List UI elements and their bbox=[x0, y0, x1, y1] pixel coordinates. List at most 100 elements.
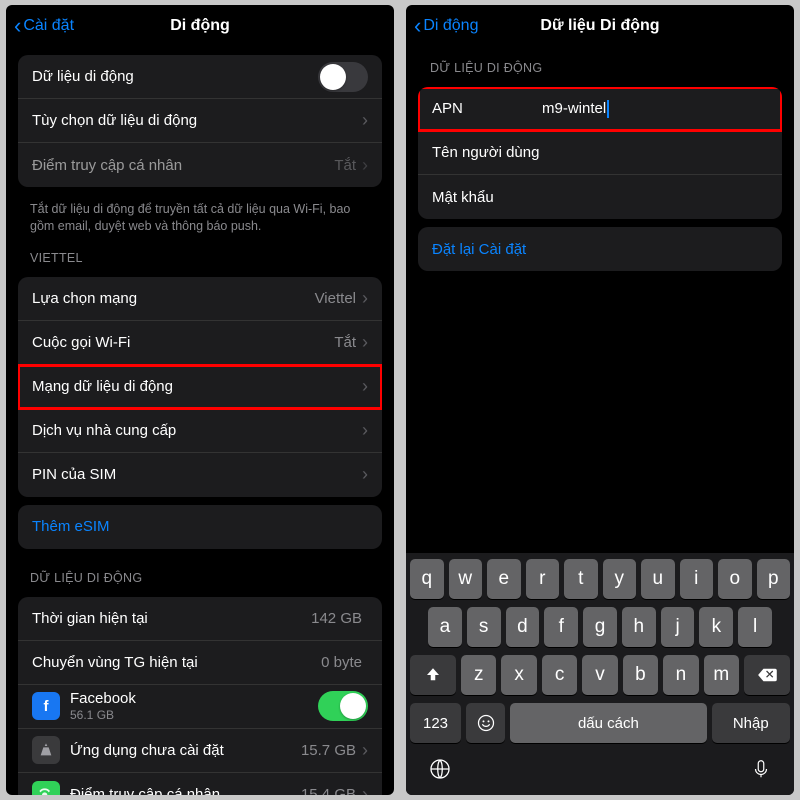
section-esim: Thêm eSIM bbox=[18, 505, 382, 549]
row-app-uninstalled[interactable]: Ứng dụng chưa cài đặt 15.7 GB › bbox=[18, 729, 382, 773]
row-personal-hotspot[interactable]: Điểm truy cập cá nhân Tắt › bbox=[18, 143, 382, 187]
current-period-value: 142 GB bbox=[311, 610, 362, 627]
nav-bar: ‹ Di động Dữ liệu Di động bbox=[406, 5, 794, 47]
row-username[interactable]: Tên người dùng bbox=[418, 131, 782, 175]
row-mobile-data[interactable]: Dữ liệu di động bbox=[18, 55, 382, 99]
row-roaming[interactable]: Chuyển vùng TG hiện tại 0 byte bbox=[18, 641, 382, 685]
row-wifi-calling[interactable]: Cuộc gọi Wi-Fi Tắt › bbox=[18, 321, 382, 365]
keyboard-row-2: a s d f g h j k l bbox=[410, 607, 790, 647]
mic-icon[interactable] bbox=[750, 757, 772, 781]
key-o[interactable]: o bbox=[718, 559, 752, 599]
key-e[interactable]: e bbox=[487, 559, 521, 599]
key-z[interactable]: z bbox=[461, 655, 496, 695]
row-app-facebook[interactable]: f Facebook 56.1 GB bbox=[18, 685, 382, 729]
section-usage: Thời gian hiện tại 142 GB Chuyển vùng TG… bbox=[18, 597, 382, 795]
key-l[interactable]: l bbox=[738, 607, 772, 647]
row-apn[interactable]: APN m9-wintel bbox=[418, 87, 782, 131]
roaming-label: Chuyển vùng TG hiện tại bbox=[32, 654, 321, 671]
shift-icon bbox=[424, 666, 442, 684]
row-reset-settings[interactable]: Đặt lại Cài đặt bbox=[418, 227, 782, 271]
globe-icon[interactable] bbox=[428, 757, 452, 781]
app-name: Điểm truy cập cá nhân bbox=[70, 786, 301, 795]
app-name: Facebook bbox=[70, 690, 318, 707]
key-p[interactable]: p bbox=[757, 559, 791, 599]
text-cursor bbox=[607, 100, 609, 118]
key-c[interactable]: c bbox=[542, 655, 577, 695]
key-n[interactable]: n bbox=[663, 655, 698, 695]
reset-label: Đặt lại Cài đặt bbox=[432, 241, 768, 258]
row-add-esim[interactable]: Thêm eSIM bbox=[18, 505, 382, 549]
row-password[interactable]: Mật khẩu bbox=[418, 175, 782, 219]
keyboard-row-4: 123 dấu cách Nhập bbox=[410, 703, 790, 743]
key-g[interactable]: g bbox=[583, 607, 617, 647]
key-return[interactable]: Nhập bbox=[712, 703, 791, 743]
chevron-right-icon: › bbox=[362, 420, 368, 441]
keyboard-row-1: q w e r t y u i o p bbox=[410, 559, 790, 599]
wifi-calling-value: Tắt bbox=[334, 334, 356, 351]
back-button[interactable]: ‹ Di động bbox=[414, 15, 478, 37]
key-x[interactable]: x bbox=[501, 655, 536, 695]
key-a[interactable]: a bbox=[428, 607, 462, 647]
key-v[interactable]: v bbox=[582, 655, 617, 695]
chevron-left-icon: ‹ bbox=[14, 15, 21, 37]
row-carrier-services[interactable]: Dịch vụ nhà cung cấp › bbox=[18, 409, 382, 453]
key-shift[interactable] bbox=[410, 655, 456, 695]
key-q[interactable]: q bbox=[410, 559, 444, 599]
key-j[interactable]: j bbox=[661, 607, 695, 647]
key-b[interactable]: b bbox=[623, 655, 658, 695]
mobile-data-network-label: Mạng dữ liệu di động bbox=[32, 378, 362, 395]
options-label: Tùy chọn dữ liệu di động bbox=[32, 112, 362, 129]
appstore-icon bbox=[32, 736, 60, 764]
password-label: Mật khẩu bbox=[432, 189, 768, 206]
app-toggle[interactable] bbox=[318, 691, 368, 721]
keyboard[interactable]: q w e r t y u i o p a s d f g h j k l z bbox=[406, 553, 794, 795]
phone-right: ‹ Di động Dữ liệu Di động DỮ LIỆU DI ĐỘN… bbox=[406, 5, 794, 795]
key-y[interactable]: y bbox=[603, 559, 637, 599]
apn-value[interactable]: m9-wintel bbox=[542, 100, 606, 117]
row-network-selection[interactable]: Lựa chọn mạng Viettel › bbox=[18, 277, 382, 321]
key-backspace[interactable] bbox=[744, 655, 790, 695]
sim-pin-label: PIN của SIM bbox=[32, 466, 362, 483]
row-current-period[interactable]: Thời gian hiện tại 142 GB bbox=[18, 597, 382, 641]
keyboard-row-3: z x c v b n m bbox=[410, 655, 790, 695]
key-d[interactable]: d bbox=[506, 607, 540, 647]
key-h[interactable]: h bbox=[622, 607, 656, 647]
hotspot-label: Điểm truy cập cá nhân bbox=[32, 157, 334, 174]
row-mobile-data-network[interactable]: Mạng dữ liệu di động › bbox=[18, 365, 382, 409]
key-r[interactable]: r bbox=[526, 559, 560, 599]
section-header-mobile-data: DỮ LIỆU DI ĐỘNG bbox=[406, 47, 794, 79]
key-m[interactable]: m bbox=[704, 655, 739, 695]
roaming-value: 0 byte bbox=[321, 654, 362, 671]
section-header-carrier: VIETTEL bbox=[6, 237, 394, 269]
key-emoji[interactable] bbox=[466, 703, 505, 743]
row-sim-pin[interactable]: PIN của SIM › bbox=[18, 453, 382, 497]
content-scroll[interactable]: Dữ liệu di động Tùy chọn dữ liệu di động… bbox=[6, 47, 394, 795]
carrier-services-label: Dịch vụ nhà cung cấp bbox=[32, 422, 362, 439]
back-label: Cài đặt bbox=[23, 17, 74, 35]
key-w[interactable]: w bbox=[449, 559, 483, 599]
key-u[interactable]: u bbox=[641, 559, 675, 599]
key-s[interactable]: s bbox=[467, 607, 501, 647]
key-f[interactable]: f bbox=[544, 607, 578, 647]
row-mobile-data-options[interactable]: Tùy chọn dữ liệu di động › bbox=[18, 99, 382, 143]
key-i[interactable]: i bbox=[680, 559, 714, 599]
key-space[interactable]: dấu cách bbox=[510, 703, 706, 743]
section-reset: Đặt lại Cài đặt bbox=[418, 227, 782, 271]
mobile-data-toggle[interactable] bbox=[318, 62, 368, 92]
content-scroll[interactable]: DỮ LIỆU DI ĐỘNG APN m9-wintel Tên người … bbox=[406, 47, 794, 553]
key-t[interactable]: t bbox=[564, 559, 598, 599]
section-header-usage: DỮ LIỆU DI ĐỘNG bbox=[6, 557, 394, 589]
hotspot-value: Tắt bbox=[334, 157, 356, 174]
chevron-right-icon: › bbox=[362, 332, 368, 353]
network-selection-value: Viettel bbox=[315, 290, 356, 307]
back-button[interactable]: ‹ Cài đặt bbox=[14, 15, 74, 37]
key-k[interactable]: k bbox=[699, 607, 733, 647]
chevron-right-icon: › bbox=[362, 155, 368, 176]
emoji-icon bbox=[476, 713, 496, 733]
key-numbers[interactable]: 123 bbox=[410, 703, 461, 743]
facebook-icon: f bbox=[32, 692, 60, 720]
chevron-right-icon: › bbox=[362, 784, 368, 795]
apn-label: APN bbox=[432, 100, 542, 117]
section-apn: APN m9-wintel Tên người dùng Mật khẩu bbox=[418, 87, 782, 219]
row-app-hotspot[interactable]: Điểm truy cập cá nhân 15.4 GB › bbox=[18, 773, 382, 795]
